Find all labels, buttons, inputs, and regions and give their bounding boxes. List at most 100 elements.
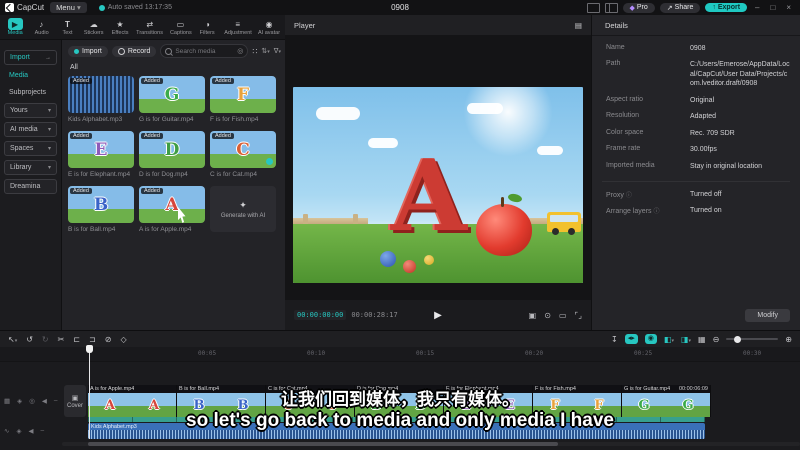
delete-icon[interactable]: ⊘: [105, 335, 112, 344]
timeline-clip[interactable]: B is for Ball.mp4 B B: [177, 385, 266, 417]
ribbon-tab[interactable]: Captions: [169, 18, 193, 36]
ribbon-tab[interactable]: Filters: [196, 18, 218, 36]
media-thumbnail: B Added: [68, 186, 134, 223]
snap-toggle-icon[interactable]: ◂▸: [624, 334, 638, 344]
timeline-ruler[interactable]: 00:05 00:10 00:15 00:20 00:25 00:30: [0, 347, 800, 362]
timeline-clip[interactable]: C is for Cat.mp4 C C: [266, 385, 355, 417]
zoom-in-icon[interactable]: ⊕: [785, 335, 792, 344]
search-box[interactable]: ◎: [160, 44, 249, 58]
track-hide-icon[interactable]: ◎: [29, 397, 35, 405]
sort-icon[interactable]: ⇅▾: [261, 47, 269, 55]
ribbon-tab[interactable]: Effects: [109, 18, 131, 36]
menu-button[interactable]: Menu: [50, 2, 87, 13]
media-item[interactable]: C Added C is for Cat.mp4: [210, 131, 276, 178]
cover-button[interactable]: ▣ Cover: [64, 385, 86, 417]
media-item[interactable]: B Added B is for Ball.mp4: [68, 186, 134, 233]
play-button[interactable]: ▶: [434, 310, 442, 321]
fullscreen-icon[interactable]: ⌜⌟: [575, 311, 583, 320]
export-button[interactable]: ↑ Export: [705, 3, 748, 12]
maximize-button[interactable]: □: [767, 3, 778, 12]
sidebar-item[interactable]: Library: [4, 160, 57, 175]
sidebar-item[interactable]: Spaces: [4, 141, 57, 156]
delete-left-icon[interactable]: ⊏: [73, 335, 80, 344]
track-overlay-icon[interactable]: ▦: [4, 397, 10, 405]
select-tool-icon[interactable]: ↖▾: [8, 335, 17, 344]
record-button[interactable]: Record: [111, 45, 157, 57]
grid-view-icon[interactable]: ∷: [252, 47, 257, 56]
ribbon-tab[interactable]: Stickers: [83, 18, 105, 36]
modify-button[interactable]: Modify: [745, 309, 790, 322]
timeline-clip[interactable]: G is for Guitar.mp4 00:00:06:09 G G: [622, 385, 711, 417]
search-scope-icon[interactable]: ◎: [237, 47, 243, 55]
timeline-zoom-slider[interactable]: [726, 335, 779, 343]
audio-track-icon[interactable]: ∿: [4, 427, 9, 435]
media-item[interactable]: G Added G is for Guitar.mp4: [139, 76, 205, 123]
media-item[interactable]: D Added D is for Dog.mp4: [139, 131, 205, 178]
delete-right-icon[interactable]: ⊐: [89, 335, 96, 344]
close-button[interactable]: ×: [783, 3, 794, 12]
link-preview-icon[interactable]: ◉: [644, 334, 657, 344]
auto-link-icon[interactable]: ◧▾: [664, 335, 674, 344]
clip-title-bar: A is for Apple.mp4: [88, 385, 176, 393]
sidebar-item[interactable]: AI media: [4, 122, 57, 137]
panel-layout-icon[interactable]: [604, 2, 618, 13]
audio-clip[interactable]: Kids Alphabet.mp3: [88, 423, 705, 439]
download-icon[interactable]: ↧: [611, 335, 618, 344]
ribbon-tab[interactable]: Transitions: [135, 18, 164, 36]
detail-toggle-row[interactable]: Arrange layers ⓘ Turned on: [606, 206, 790, 215]
minimize-button[interactable]: –: [752, 3, 762, 12]
cloud-graphic: [316, 106, 361, 120]
zoom-out-icon[interactable]: ⊖: [713, 335, 720, 344]
track-mute-icon[interactable]: ◀: [28, 427, 33, 435]
detail-toggle-row[interactable]: Proxy ⓘ Turned off: [606, 190, 790, 199]
sidebar-item[interactable]: Dreamina: [4, 179, 57, 194]
mirror-preview-icon[interactable]: ▣: [529, 311, 537, 320]
track-mute-icon[interactable]: ◀: [42, 397, 47, 405]
layout-toggle-icon[interactable]: [586, 2, 600, 13]
sidebar-item[interactable]: Media: [4, 69, 57, 82]
caption-track[interactable]: [88, 417, 705, 422]
media-item[interactable]: Generate with AI: [210, 186, 276, 233]
media-item[interactable]: E Added E is for Elephant.mp4: [68, 131, 134, 178]
media-item[interactable]: Added Kids Alphabet.mp3: [68, 76, 134, 123]
track-lock-icon[interactable]: ◈: [17, 397, 22, 405]
sidebar-item[interactable]: Subprojects: [4, 86, 57, 99]
timeline-clip[interactable]: D is for Dog.mp4 D D: [355, 385, 444, 417]
undo-icon[interactable]: ↺: [26, 335, 33, 344]
horizontal-scrollbar[interactable]: [62, 442, 800, 446]
zoom-knob[interactable]: [734, 335, 742, 343]
filter-all-label[interactable]: All: [70, 64, 78, 71]
mask-icon[interactable]: ◇: [120, 335, 126, 344]
ribbon-tab[interactable]: Audio: [30, 18, 52, 36]
share-button[interactable]: ↗ Share: [659, 2, 701, 13]
ribbon-tab[interactable]: Media: [4, 18, 26, 36]
ribbon-tab[interactable]: Adjustment: [223, 18, 253, 36]
sidebar-item[interactable]: Yours: [4, 103, 57, 118]
import-button[interactable]: Import: [68, 45, 108, 57]
playhead[interactable]: [86, 345, 93, 439]
sidebar-item[interactable]: Import: [4, 50, 57, 65]
search-input[interactable]: [175, 47, 235, 55]
ratio-icon[interactable]: ▭: [559, 311, 567, 320]
player-viewport[interactable]: A: [285, 35, 591, 300]
ribbon-tab[interactable]: Text: [56, 18, 78, 36]
timeline-clip[interactable]: A is for Apple.mp4 A A: [88, 385, 177, 417]
track-collapse-icon[interactable]: –: [54, 397, 58, 405]
redo-icon[interactable]: ↻: [42, 335, 49, 344]
timeline-clip[interactable]: E is for Elephant.mp4 E E: [444, 385, 533, 417]
split-icon[interactable]: ✂: [58, 335, 65, 344]
added-badge: Added: [70, 78, 92, 84]
pro-button[interactable]: ◆ Pro: [622, 2, 655, 13]
timeline-clip[interactable]: F is for Fish.mp4 F F: [533, 385, 622, 417]
media-item[interactable]: F Added F is for Fish.mp4: [210, 76, 276, 123]
filter-icon[interactable]: ∇▾: [274, 47, 281, 55]
focus-icon[interactable]: ⊙: [544, 311, 551, 320]
scrollbar-thumb[interactable]: [88, 442, 558, 446]
preview-axis-icon[interactable]: ▦: [698, 335, 706, 344]
track-lock-icon[interactable]: ◈: [16, 427, 21, 435]
track-options-icon[interactable]: ◨▾: [681, 335, 691, 344]
ribbon-tab[interactable]: AI avatar: [257, 18, 281, 36]
player-settings-icon[interactable]: ▤: [575, 21, 582, 30]
media-item[interactable]: A Added A is for Apple.mp4: [139, 186, 205, 233]
track-collapse-icon[interactable]: –: [40, 427, 44, 435]
